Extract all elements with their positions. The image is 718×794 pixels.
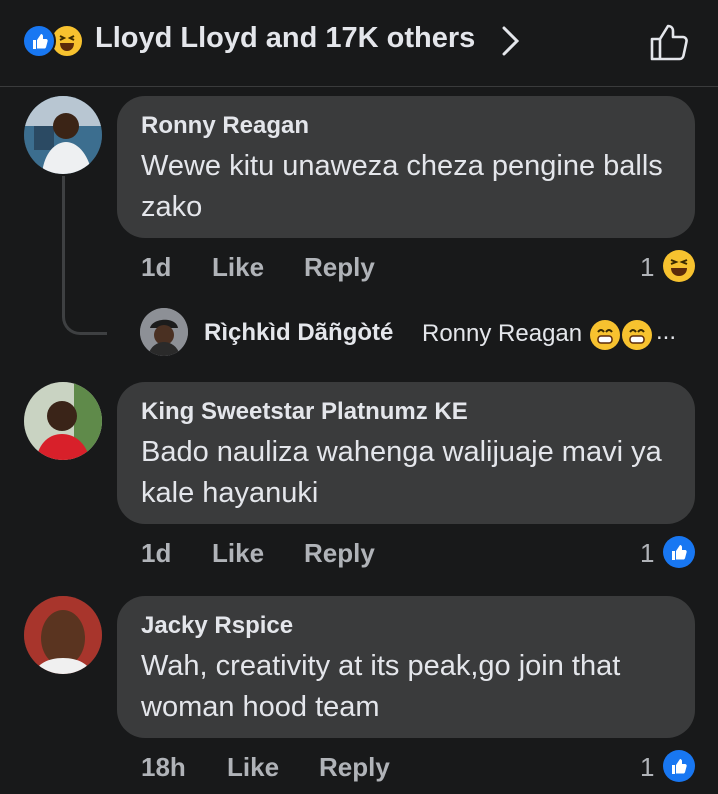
thread-connector [62,176,107,335]
reply-author[interactable]: Rìçhkìd Dãñgòté [204,319,393,347]
reply-avatar[interactable] [140,308,188,356]
like-button[interactable]: Like [227,752,279,783]
reaction-count[interactable]: 1 [640,252,654,283]
reply-ellipsis: ... [656,318,677,345]
reactions-summary-text[interactable]: Lloyd Lloyd and 17K others [95,22,475,55]
reaction-count[interactable]: 1 [640,538,654,569]
grin-icon [590,320,620,350]
comment-author[interactable]: King Sweetstar Platnumz KE [141,398,468,426]
comment-bubble: Jacky Rspice Wah, creativity at its peak… [117,596,695,738]
reply-button[interactable]: Reply [319,752,390,783]
like-icon[interactable] [663,750,695,782]
avatar[interactable] [24,596,102,674]
like-icon[interactable] [663,536,695,568]
comment-bubble: King Sweetstar Platnumz KE Bado nauliza … [117,382,695,524]
comment-bubble: Ronny Reagan Wewe kitu unaweza cheza pen… [117,96,695,238]
comment-author[interactable]: Ronny Reagan [141,112,309,140]
reaction-count[interactable]: 1 [640,752,654,783]
like-button[interactable]: Like [212,538,264,569]
grin-icon [622,320,652,350]
reply-snippet: Ronny Reagan [422,320,583,347]
like-icon [22,24,56,58]
avatar[interactable] [24,96,102,174]
reactions-summary-bar[interactable]: Lloyd Lloyd and 17K others [0,0,718,87]
comment-time[interactable]: 1d [141,252,171,283]
comment-time[interactable]: 1d [141,538,171,569]
comment-text: Wah, creativity at its peak,go join that… [141,650,621,723]
comment-time[interactable]: 18h [141,752,186,783]
comment-author[interactable]: Jacky Rspice [141,612,293,640]
like-outline-icon[interactable] [647,20,691,64]
like-button[interactable]: Like [212,252,264,283]
comment-text: Bado nauliza wahenga walijuaje mavi ya k… [141,436,662,509]
haha-icon[interactable] [663,250,695,282]
avatar[interactable] [24,382,102,460]
reply-preview[interactable]: Rìçhkìd Dãñgòté Ronny Reagan ... [140,308,700,358]
chevron-right-icon[interactable] [500,24,522,58]
reaction-icons [22,24,90,58]
reply-button[interactable]: Reply [304,538,375,569]
comment-text: Wewe kitu unaweza cheza pengine balls za… [141,150,663,223]
reply-button[interactable]: Reply [304,252,375,283]
